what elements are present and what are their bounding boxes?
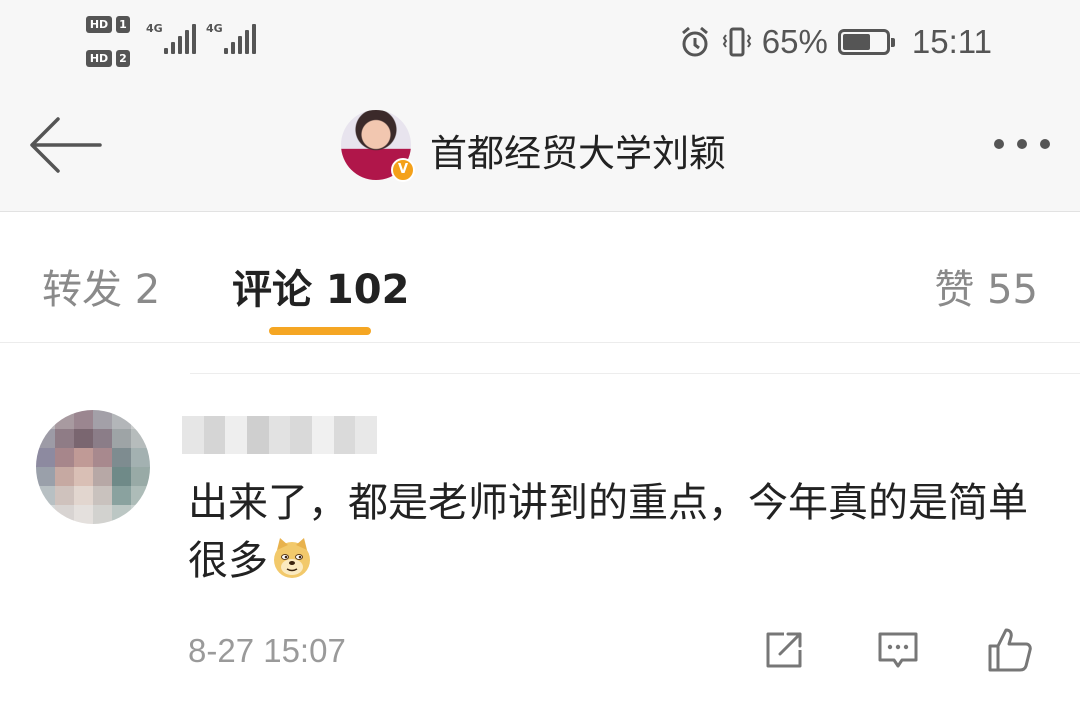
commenter-name-blurred[interactable]: [182, 416, 378, 454]
network-type-1: 4G: [146, 22, 163, 35]
active-tab-indicator: [269, 327, 371, 335]
back-arrow-icon[interactable]: [28, 115, 104, 175]
alarm-icon: [681, 26, 708, 57]
sim-indicators: HD 1 HD 2 4G 4G: [86, 14, 266, 70]
doge-emoji-icon: [274, 538, 310, 578]
sim-number-2: 2: [116, 50, 130, 67]
nav-bar: V 首都经贸大学刘颖: [0, 85, 1080, 212]
battery-level: [842, 34, 870, 50]
reply-icon[interactable]: [874, 626, 922, 674]
thumbs-up-icon[interactable]: [986, 626, 1034, 674]
hd-badge-1: HD: [86, 16, 112, 33]
status-bar: HD 1 HD 2 4G 4G 65% 15:11: [0, 0, 1080, 85]
comment-text: 出来了，都是老师讲到的重点，今年真的是简单很多: [188, 474, 1048, 590]
author-avatar[interactable]: V: [341, 110, 415, 182]
comment-timestamp: 8-27 15:07: [188, 632, 346, 669]
page-title[interactable]: 首都经贸大学刘颖: [430, 123, 726, 177]
verified-badge: V: [391, 158, 415, 182]
battery-percent: 65%: [761, 23, 828, 60]
signal-icon-2: [224, 24, 256, 54]
more-dots-icon[interactable]: [994, 139, 1050, 149]
tab-likes[interactable]: 赞 55: [934, 257, 1038, 315]
vibrate-icon: [722, 27, 751, 57]
hd-badge-2: HD: [86, 50, 112, 67]
clock: 15:11: [911, 23, 992, 60]
status-right: 65% 15:11: [678, 22, 992, 62]
battery-icon: [837, 29, 895, 55]
tab-comments[interactable]: 评论 102: [232, 257, 409, 315]
network-type-2: 4G: [206, 22, 223, 35]
sim-number-1: 1: [116, 16, 130, 33]
share-icon[interactable]: [760, 626, 808, 674]
comment-body: 出来了，都是老师讲到的重点，今年真的是简单很多: [188, 480, 1028, 584]
tab-bar: 转发 2 评论 102 赞 55: [0, 213, 1080, 343]
comment-item[interactable]: 出来了，都是老师讲到的重点，今年真的是简单很多 8-27 15:07: [0, 374, 1080, 705]
signal-icon-1: [164, 24, 196, 54]
commenter-avatar[interactable]: [36, 410, 150, 524]
tab-repost[interactable]: 转发 2: [42, 257, 160, 315]
